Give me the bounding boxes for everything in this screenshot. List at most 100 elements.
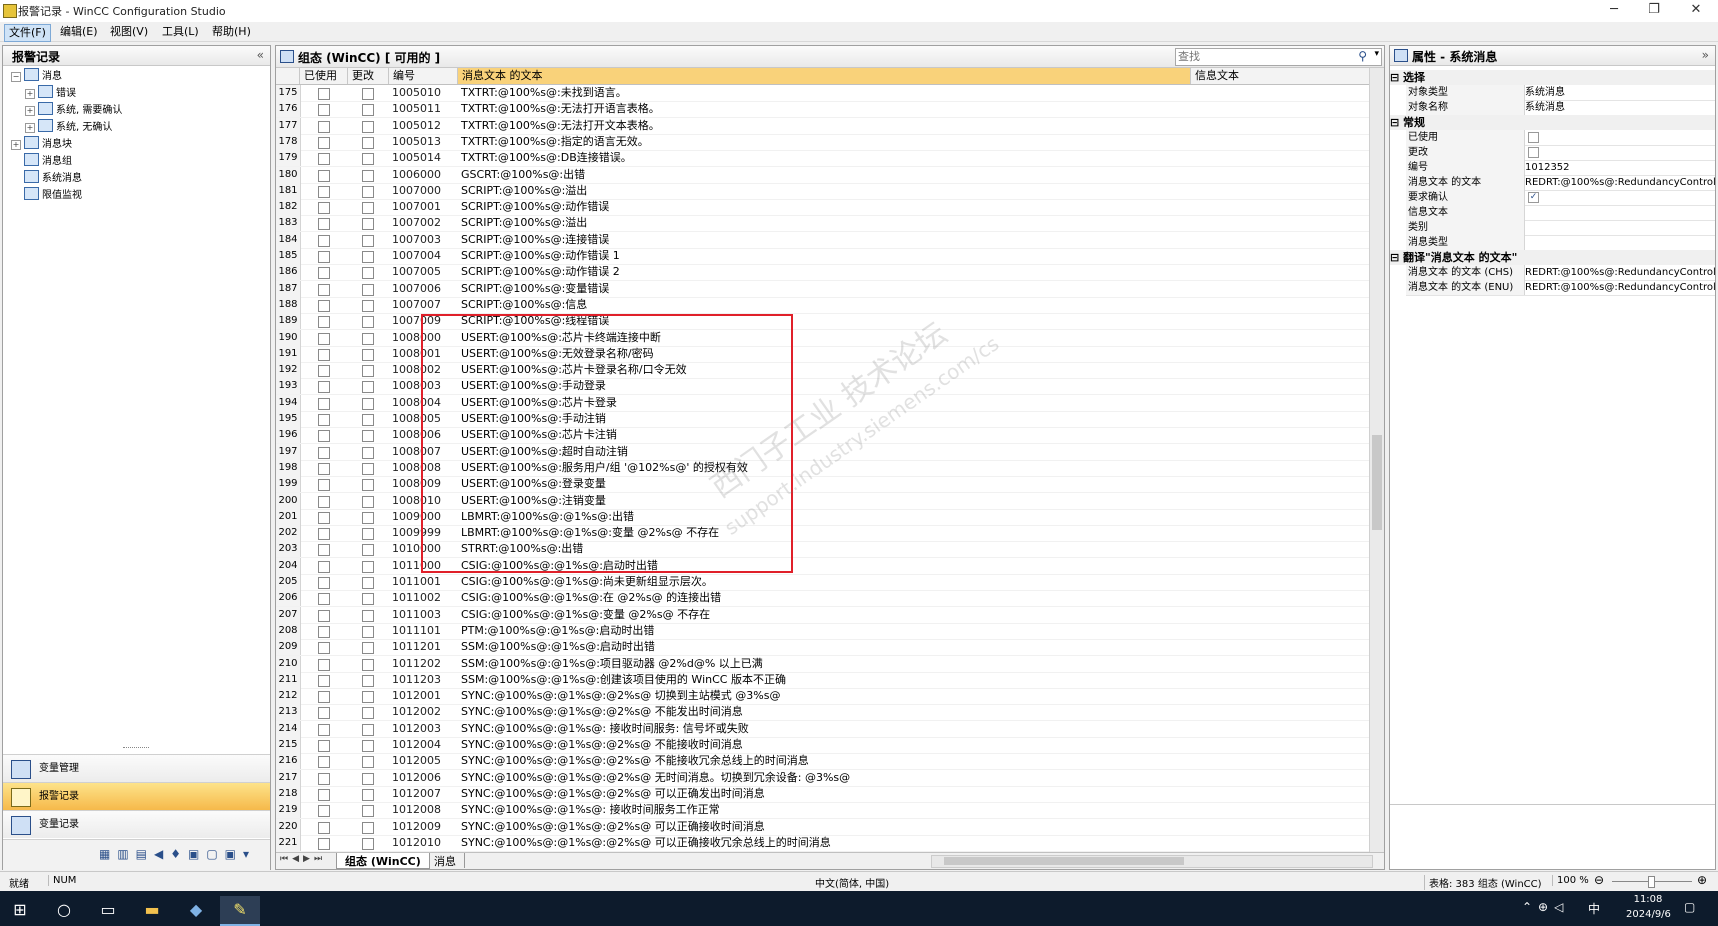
col-number[interactable]: 编号 xyxy=(389,68,458,84)
configuration-studio-icon[interactable]: ✎ xyxy=(220,896,260,926)
nav-tag-management[interactable]: 变量管理 xyxy=(3,754,270,782)
row-number[interactable]: 175 xyxy=(276,85,301,101)
horizontal-scrollbar[interactable] xyxy=(931,855,1373,868)
nav-tag-logging[interactable]: 变量记录 xyxy=(3,810,270,838)
table-row[interactable]: 218 1012007 SYNC:@100%s@:@1%s@:@2%s@ 可以正确发… xyxy=(276,785,1370,803)
tab-messages[interactable]: 消息 xyxy=(426,853,465,868)
used-checkbox[interactable] xyxy=(318,397,330,410)
search-dropdown-icon[interactable]: ▾ xyxy=(1374,49,1379,59)
table-row[interactable]: 176 1005011 TXTRT:@100%s@:无法打开语言表格。 xyxy=(276,101,1370,119)
used-checkbox[interactable] xyxy=(318,153,330,166)
used-checkbox[interactable] xyxy=(318,251,330,263)
table-row[interactable]: 206 1011002 CSIG:@100%s@:@1%s@:在 @2%s@ 的连接… xyxy=(276,590,1370,608)
used-checkbox[interactable] xyxy=(318,136,330,149)
search-box[interactable]: ⚲ ▾ xyxy=(1175,48,1382,66)
property-row[interactable]: 对象名称 系统消息 xyxy=(1406,100,1715,116)
changed-checkbox[interactable] xyxy=(362,837,374,850)
col-changed[interactable]: 更改 xyxy=(348,68,389,84)
property-checkbox[interactable] xyxy=(1528,147,1539,158)
used-checkbox[interactable] xyxy=(318,202,330,215)
used-checkbox[interactable] xyxy=(318,544,330,557)
property-value[interactable]: 系统消息 xyxy=(1525,100,1715,115)
used-checkbox[interactable] xyxy=(318,788,330,801)
changed-checkbox[interactable] xyxy=(362,772,374,785)
row-number[interactable]: 220 xyxy=(276,818,301,835)
used-checkbox[interactable] xyxy=(318,723,330,736)
property-checkbox[interactable]: ✓ xyxy=(1528,192,1539,203)
row-number[interactable]: 212 xyxy=(276,688,301,705)
tree-item[interactable]: + 系统, 需要确认 xyxy=(25,102,122,118)
menu-edit[interactable]: 编辑(E) xyxy=(56,24,102,40)
vertical-scrollbar[interactable] xyxy=(1369,68,1384,853)
changed-checkbox[interactable] xyxy=(362,658,374,671)
row-number[interactable]: 194 xyxy=(276,394,301,411)
used-checkbox[interactable] xyxy=(318,511,330,524)
close-button[interactable]: ✕ xyxy=(1676,0,1716,22)
changed-checkbox[interactable] xyxy=(362,169,374,182)
menu-tools[interactable]: 工具(L) xyxy=(158,24,203,40)
used-checkbox[interactable] xyxy=(318,560,330,573)
minimize-button[interactable]: ─ xyxy=(1594,0,1634,22)
row-number[interactable]: 219 xyxy=(276,802,301,819)
row-number[interactable]: 196 xyxy=(276,427,301,444)
nav-shortcut-icons[interactable]: ▦▥▤◀♦▣▢▣▾ xyxy=(99,847,256,861)
row-number[interactable]: 206 xyxy=(276,590,301,607)
zoom-in-icon[interactable]: ⊕ xyxy=(1697,873,1707,887)
row-number[interactable]: 214 xyxy=(276,720,301,737)
property-row[interactable]: 对象类型 系统消息 xyxy=(1406,85,1715,101)
clock-time[interactable]: 11:08 xyxy=(1626,894,1670,905)
expand-toggle-icon[interactable]: + xyxy=(11,140,21,150)
changed-checkbox[interactable] xyxy=(362,479,374,492)
row-number[interactable]: 210 xyxy=(276,655,301,672)
row-number[interactable]: 183 xyxy=(276,215,301,232)
used-checkbox[interactable] xyxy=(318,234,330,247)
row-number[interactable]: 190 xyxy=(276,329,301,346)
row-number[interactable]: 209 xyxy=(276,639,301,656)
used-checkbox[interactable] xyxy=(318,218,330,231)
tab-scroll-icons[interactable]: ⏮◀▶⏭ xyxy=(280,854,326,864)
row-number[interactable]: 221 xyxy=(276,834,301,851)
row-number[interactable]: 201 xyxy=(276,508,301,525)
row-number[interactable]: 200 xyxy=(276,492,301,509)
menu-view[interactable]: 视图(V) xyxy=(106,24,152,40)
changed-checkbox[interactable] xyxy=(362,185,374,198)
collapse-left-icon[interactable]: « xyxy=(257,48,264,62)
property-row[interactable]: 编号 1012352 xyxy=(1406,160,1715,176)
row-number[interactable]: 215 xyxy=(276,737,301,753)
row-number[interactable]: 203 xyxy=(276,541,301,558)
changed-checkbox[interactable] xyxy=(362,609,374,622)
zoom-slider-thumb[interactable] xyxy=(1648,876,1655,888)
tree-item[interactable]: − 消息 xyxy=(11,68,62,84)
row-number[interactable]: 217 xyxy=(276,769,301,786)
property-row[interactable]: 更改 xyxy=(1406,145,1715,161)
table-row[interactable]: 219 1012008 SYNC:@100%s@:@1%s@: 接收时间服务工作正常 xyxy=(276,802,1370,820)
collapse-section-icon[interactable]: ⊟ xyxy=(1390,251,1403,264)
table-row[interactable]: 210 1011202 SSM:@100%s@:@1%s@:项目驱动器 @2%d@%… xyxy=(276,655,1370,673)
used-checkbox[interactable] xyxy=(318,528,330,541)
table-row[interactable]: 215 1012004 SYNC:@100%s@:@1%s@:@2%s@ 不能接收时… xyxy=(276,737,1370,754)
changed-checkbox[interactable] xyxy=(362,397,374,410)
tree-item[interactable]: 限值监视 xyxy=(11,187,82,203)
row-number[interactable]: 213 xyxy=(276,704,301,721)
used-checkbox[interactable] xyxy=(318,120,330,133)
table-row[interactable]: 178 1005013 TXTRT:@100%s@:指定的语言无效。 xyxy=(276,133,1370,151)
col-used[interactable]: 已使用 xyxy=(300,68,348,84)
changed-checkbox[interactable] xyxy=(362,593,374,606)
table-row[interactable]: 220 1012009 SYNC:@100%s@:@1%s@:@2%s@ 可以正确接… xyxy=(276,818,1370,836)
row-number[interactable]: 181 xyxy=(276,182,301,199)
changed-checkbox[interactable] xyxy=(362,642,374,655)
tree-item[interactable]: + 消息块 xyxy=(11,136,72,152)
changed-checkbox[interactable] xyxy=(362,88,374,100)
changed-checkbox[interactable] xyxy=(362,136,374,149)
changed-checkbox[interactable] xyxy=(362,218,374,231)
table-row[interactable]: 216 1012005 SYNC:@100%s@:@1%s@:@2%s@ 不能接收冗… xyxy=(276,753,1370,771)
row-number[interactable]: 211 xyxy=(276,671,301,688)
table-row[interactable]: 180 1006000 GSCRT:@100%s@:出错 xyxy=(276,166,1370,184)
changed-checkbox[interactable] xyxy=(362,299,374,312)
used-checkbox[interactable] xyxy=(318,707,330,720)
changed-checkbox[interactable] xyxy=(362,202,374,215)
nav-alarm-logging[interactable]: 报警记录 xyxy=(3,782,270,810)
used-checkbox[interactable] xyxy=(318,348,330,361)
table-row[interactable]: 209 1011201 SSM:@100%s@:@1%s@:启动时出错 xyxy=(276,639,1370,657)
changed-checkbox[interactable] xyxy=(362,430,374,443)
